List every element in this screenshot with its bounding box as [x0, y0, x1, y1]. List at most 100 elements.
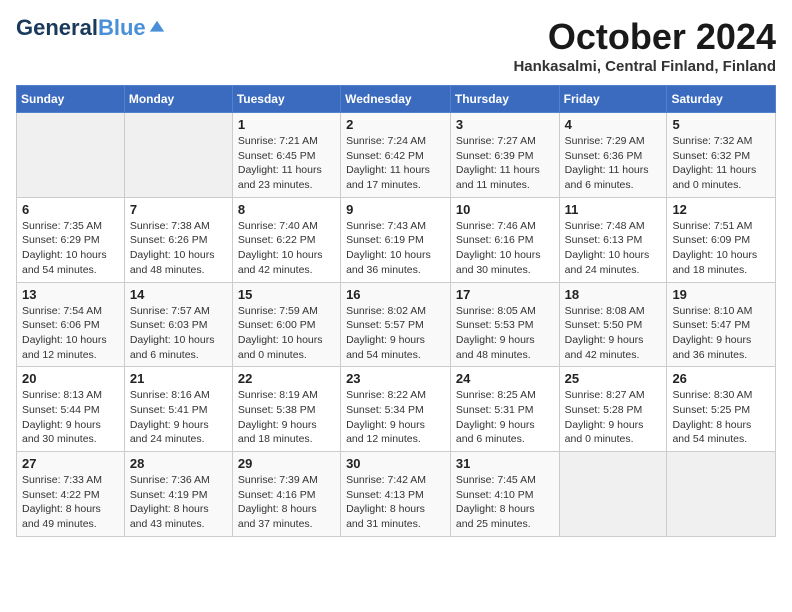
day-info: Sunrise: 7:54 AM Sunset: 6:06 PM Dayligh…	[22, 304, 119, 363]
calendar-cell: 2 Sunrise: 7:24 AM Sunset: 6:42 PM Dayli…	[341, 113, 451, 198]
calendar-week-row: 20 Sunrise: 8:13 AM Sunset: 5:44 PM Dayl…	[17, 367, 776, 452]
calendar-cell: 27 Sunrise: 7:33 AM Sunset: 4:22 PM Dayl…	[17, 452, 125, 537]
logo-icon	[148, 19, 166, 37]
weekday-header: Saturday	[667, 86, 776, 113]
weekday-header: Wednesday	[341, 86, 451, 113]
calendar-cell: 22 Sunrise: 8:19 AM Sunset: 5:38 PM Dayl…	[232, 367, 340, 452]
location: Hankasalmi, Central Finland, Finland	[513, 58, 776, 75]
day-info: Sunrise: 7:38 AM Sunset: 6:26 PM Dayligh…	[130, 219, 227, 278]
day-info: Sunrise: 7:33 AM Sunset: 4:22 PM Dayligh…	[22, 473, 119, 532]
logo-text: GeneralBlue	[16, 16, 146, 40]
day-number: 15	[238, 287, 335, 302]
month-title: October 2024	[513, 16, 776, 58]
day-info: Sunrise: 8:10 AM Sunset: 5:47 PM Dayligh…	[672, 304, 770, 363]
weekday-header: Tuesday	[232, 86, 340, 113]
day-number: 30	[346, 456, 445, 471]
day-number: 3	[456, 117, 554, 132]
calendar-cell: 4 Sunrise: 7:29 AM Sunset: 6:36 PM Dayli…	[559, 113, 667, 198]
day-number: 13	[22, 287, 119, 302]
calendar-cell: 28 Sunrise: 7:36 AM Sunset: 4:19 PM Dayl…	[124, 452, 232, 537]
day-number: 26	[672, 371, 770, 386]
day-info: Sunrise: 8:08 AM Sunset: 5:50 PM Dayligh…	[565, 304, 662, 363]
day-number: 18	[565, 287, 662, 302]
calendar-week-row: 27 Sunrise: 7:33 AM Sunset: 4:22 PM Dayl…	[17, 452, 776, 537]
calendar-cell	[124, 113, 232, 198]
calendar-cell: 24 Sunrise: 8:25 AM Sunset: 5:31 PM Dayl…	[450, 367, 559, 452]
calendar-cell: 1 Sunrise: 7:21 AM Sunset: 6:45 PM Dayli…	[232, 113, 340, 198]
day-number: 28	[130, 456, 227, 471]
day-number: 10	[456, 202, 554, 217]
calendar-cell: 8 Sunrise: 7:40 AM Sunset: 6:22 PM Dayli…	[232, 197, 340, 282]
weekday-header: Thursday	[450, 86, 559, 113]
calendar-cell	[17, 113, 125, 198]
day-number: 1	[238, 117, 335, 132]
calendar-cell: 31 Sunrise: 7:45 AM Sunset: 4:10 PM Dayl…	[450, 452, 559, 537]
calendar-cell: 18 Sunrise: 8:08 AM Sunset: 5:50 PM Dayl…	[559, 282, 667, 367]
calendar-cell: 10 Sunrise: 7:46 AM Sunset: 6:16 PM Dayl…	[450, 197, 559, 282]
calendar-cell: 17 Sunrise: 8:05 AM Sunset: 5:53 PM Dayl…	[450, 282, 559, 367]
day-number: 5	[672, 117, 770, 132]
day-number: 31	[456, 456, 554, 471]
day-info: Sunrise: 7:36 AM Sunset: 4:19 PM Dayligh…	[130, 473, 227, 532]
day-info: Sunrise: 8:16 AM Sunset: 5:41 PM Dayligh…	[130, 388, 227, 447]
day-number: 25	[565, 371, 662, 386]
day-info: Sunrise: 7:51 AM Sunset: 6:09 PM Dayligh…	[672, 219, 770, 278]
day-info: Sunrise: 8:30 AM Sunset: 5:25 PM Dayligh…	[672, 388, 770, 447]
weekday-header: Monday	[124, 86, 232, 113]
day-number: 7	[130, 202, 227, 217]
day-number: 12	[672, 202, 770, 217]
calendar-cell: 23 Sunrise: 8:22 AM Sunset: 5:34 PM Dayl…	[341, 367, 451, 452]
day-number: 22	[238, 371, 335, 386]
day-number: 4	[565, 117, 662, 132]
calendar-cell: 21 Sunrise: 8:16 AM Sunset: 5:41 PM Dayl…	[124, 367, 232, 452]
day-info: Sunrise: 7:59 AM Sunset: 6:00 PM Dayligh…	[238, 304, 335, 363]
calendar-week-row: 13 Sunrise: 7:54 AM Sunset: 6:06 PM Dayl…	[17, 282, 776, 367]
day-number: 9	[346, 202, 445, 217]
calendar-cell: 12 Sunrise: 7:51 AM Sunset: 6:09 PM Dayl…	[667, 197, 776, 282]
calendar-cell: 13 Sunrise: 7:54 AM Sunset: 6:06 PM Dayl…	[17, 282, 125, 367]
day-info: Sunrise: 7:57 AM Sunset: 6:03 PM Dayligh…	[130, 304, 227, 363]
day-number: 24	[456, 371, 554, 386]
calendar-cell: 30 Sunrise: 7:42 AM Sunset: 4:13 PM Dayl…	[341, 452, 451, 537]
calendar-cell: 11 Sunrise: 7:48 AM Sunset: 6:13 PM Dayl…	[559, 197, 667, 282]
day-info: Sunrise: 7:29 AM Sunset: 6:36 PM Dayligh…	[565, 134, 662, 193]
day-info: Sunrise: 7:42 AM Sunset: 4:13 PM Dayligh…	[346, 473, 445, 532]
calendar-week-row: 6 Sunrise: 7:35 AM Sunset: 6:29 PM Dayli…	[17, 197, 776, 282]
day-number: 27	[22, 456, 119, 471]
title-block: October 2024 Hankasalmi, Central Finland…	[513, 16, 776, 75]
day-number: 6	[22, 202, 119, 217]
day-number: 16	[346, 287, 445, 302]
day-info: Sunrise: 7:21 AM Sunset: 6:45 PM Dayligh…	[238, 134, 335, 193]
calendar-cell: 19 Sunrise: 8:10 AM Sunset: 5:47 PM Dayl…	[667, 282, 776, 367]
day-number: 11	[565, 202, 662, 217]
calendar-cell: 25 Sunrise: 8:27 AM Sunset: 5:28 PM Dayl…	[559, 367, 667, 452]
calendar-cell: 14 Sunrise: 7:57 AM Sunset: 6:03 PM Dayl…	[124, 282, 232, 367]
day-number: 29	[238, 456, 335, 471]
day-info: Sunrise: 7:32 AM Sunset: 6:32 PM Dayligh…	[672, 134, 770, 193]
day-info: Sunrise: 7:46 AM Sunset: 6:16 PM Dayligh…	[456, 219, 554, 278]
calendar-cell: 29 Sunrise: 7:39 AM Sunset: 4:16 PM Dayl…	[232, 452, 340, 537]
calendar-cell: 16 Sunrise: 8:02 AM Sunset: 5:57 PM Dayl…	[341, 282, 451, 367]
calendar-week-row: 1 Sunrise: 7:21 AM Sunset: 6:45 PM Dayli…	[17, 113, 776, 198]
day-info: Sunrise: 8:13 AM Sunset: 5:44 PM Dayligh…	[22, 388, 119, 447]
day-info: Sunrise: 7:27 AM Sunset: 6:39 PM Dayligh…	[456, 134, 554, 193]
day-info: Sunrise: 8:19 AM Sunset: 5:38 PM Dayligh…	[238, 388, 335, 447]
calendar-cell	[559, 452, 667, 537]
calendar-cell: 6 Sunrise: 7:35 AM Sunset: 6:29 PM Dayli…	[17, 197, 125, 282]
day-info: Sunrise: 8:05 AM Sunset: 5:53 PM Dayligh…	[456, 304, 554, 363]
day-info: Sunrise: 8:22 AM Sunset: 5:34 PM Dayligh…	[346, 388, 445, 447]
weekday-header: Sunday	[17, 86, 125, 113]
logo: GeneralBlue	[16, 16, 166, 40]
calendar-cell: 20 Sunrise: 8:13 AM Sunset: 5:44 PM Dayl…	[17, 367, 125, 452]
day-number: 20	[22, 371, 119, 386]
day-info: Sunrise: 7:48 AM Sunset: 6:13 PM Dayligh…	[565, 219, 662, 278]
calendar-cell	[667, 452, 776, 537]
day-info: Sunrise: 7:45 AM Sunset: 4:10 PM Dayligh…	[456, 473, 554, 532]
day-number: 17	[456, 287, 554, 302]
day-info: Sunrise: 7:24 AM Sunset: 6:42 PM Dayligh…	[346, 134, 445, 193]
day-info: Sunrise: 7:40 AM Sunset: 6:22 PM Dayligh…	[238, 219, 335, 278]
day-number: 2	[346, 117, 445, 132]
day-info: Sunrise: 7:39 AM Sunset: 4:16 PM Dayligh…	[238, 473, 335, 532]
day-info: Sunrise: 8:02 AM Sunset: 5:57 PM Dayligh…	[346, 304, 445, 363]
calendar-cell: 26 Sunrise: 8:30 AM Sunset: 5:25 PM Dayl…	[667, 367, 776, 452]
